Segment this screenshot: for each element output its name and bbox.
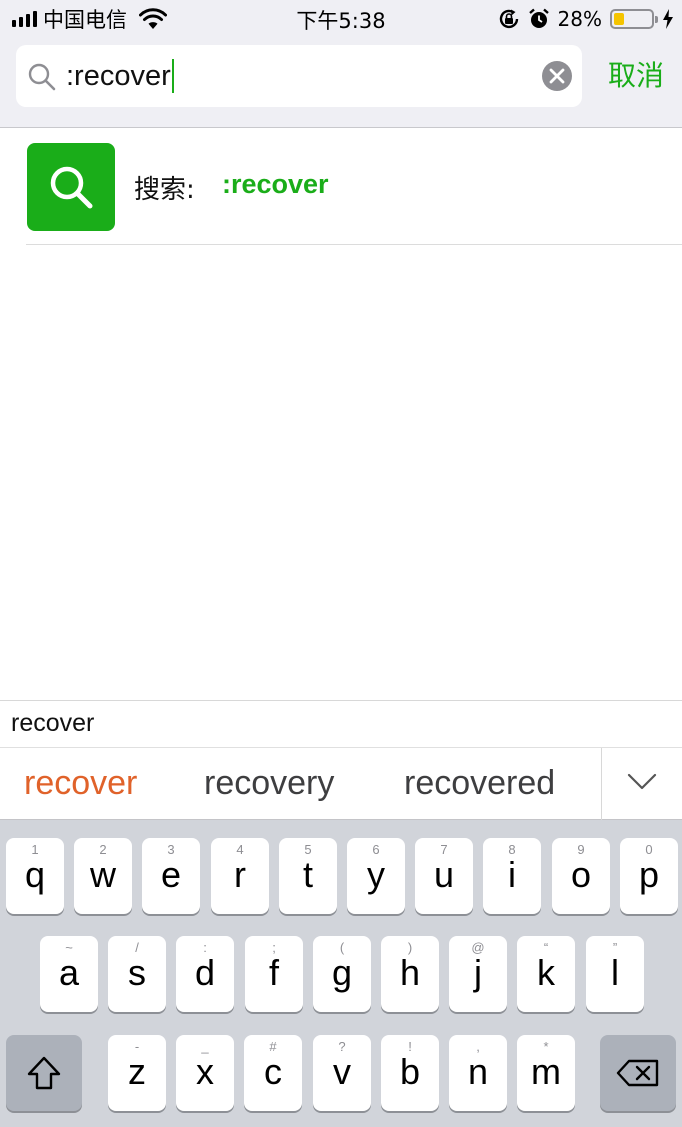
key-label: f [268, 952, 279, 993]
key-label: c [264, 1051, 282, 1092]
key-label: y [367, 854, 385, 895]
keyboard: 1 q 2 w 3 e 4 r 5 t 6 y 7 u 8 i 9 o 0 p ~ a / s: d; f(g) h @ j “k” l - z… [0, 820, 682, 1127]
chevron-down-icon [627, 773, 657, 790]
key-a[interactable]: ~ a [40, 936, 98, 1012]
key-e[interactable]: 3e [142, 838, 200, 914]
status-right: 28% [498, 6, 674, 32]
key-o[interactable]: 9o [552, 838, 610, 914]
search-result-row[interactable]: 搜索: :recover [26, 129, 682, 245]
orientation-lock-icon [499, 9, 518, 29]
key-t[interactable]: 5t [279, 838, 337, 914]
key-label: z [128, 1051, 146, 1092]
result-query: :recover [222, 169, 329, 199]
backspace-icon [616, 1059, 659, 1087]
key-s[interactable]: / s [108, 936, 166, 1012]
key-label: l [611, 952, 619, 993]
suggestion-2[interactable]: recovery [204, 764, 334, 803]
key-n[interactable]: ,n [449, 1035, 507, 1111]
key-label: s [128, 952, 146, 993]
key-label: a [58, 952, 80, 993]
key-label: u [433, 854, 455, 895]
key-b[interactable]: ! b [381, 1035, 439, 1111]
shift-icon [27, 1056, 61, 1090]
key-k[interactable]: “k [517, 936, 575, 1012]
search-icon [28, 63, 56, 91]
key-i[interactable]: 8i [483, 838, 541, 914]
candidate-bar: recover [0, 700, 682, 748]
suggestion-1[interactable]: recover [24, 764, 137, 803]
result-label: 搜索: [134, 175, 195, 205]
key-label: m [531, 1051, 561, 1092]
key-label: j [474, 952, 482, 993]
key-r[interactable]: 4r [211, 838, 269, 914]
key-label: n [467, 1051, 489, 1092]
key-d[interactable]: :d [176, 936, 234, 1012]
key-label: e [160, 854, 182, 895]
key-u[interactable]: 7u [415, 838, 473, 914]
clear-icon [549, 68, 565, 84]
key-label: p [638, 854, 660, 895]
search-input[interactable]: :recover [16, 45, 582, 107]
key-q[interactable]: 1q [6, 838, 64, 914]
key-label: h [399, 952, 421, 993]
key-label: w [90, 854, 116, 895]
backspace-key[interactable] [600, 1035, 676, 1111]
result-search-icon-box [27, 143, 115, 231]
key-label: i [508, 854, 516, 895]
key-label: g [331, 952, 353, 993]
key-z[interactable]: -z [108, 1035, 166, 1111]
key-h[interactable]: ) h [381, 936, 439, 1012]
clear-button[interactable] [542, 61, 572, 91]
search-icon [50, 166, 93, 209]
key-f[interactable]: ; f [245, 936, 303, 1012]
key-label: b [399, 1051, 421, 1092]
search-query[interactable]: :recover [66, 59, 174, 93]
key-v[interactable]: ? v [313, 1035, 371, 1111]
charging-icon [663, 9, 673, 29]
key-label: q [24, 854, 46, 895]
key-label: v [333, 1051, 351, 1092]
key-c[interactable]: # c [244, 1035, 302, 1111]
key-label: d [194, 952, 216, 993]
key-m[interactable]: * m [517, 1035, 575, 1111]
battery-icon [610, 9, 658, 29]
collapse-suggestions-button[interactable] [602, 748, 682, 820]
key-g[interactable]: (g [313, 936, 371, 1012]
key-label: r [234, 854, 246, 895]
search-header: :recover 取消 [0, 38, 682, 128]
key-j[interactable]: @ j [449, 936, 507, 1012]
battery-percent: 28% [557, 7, 602, 31]
key-label: o [570, 854, 592, 895]
key-label: x [196, 1051, 214, 1092]
battery-level-fill [614, 13, 624, 25]
key-label: t [302, 854, 313, 895]
key-l[interactable]: ” l [586, 936, 644, 1012]
key-w[interactable]: 2w [74, 838, 132, 914]
alarm-icon [528, 8, 549, 28]
key-y[interactable]: 6y [347, 838, 405, 914]
key-label: k [537, 952, 555, 993]
candidate-text[interactable]: recover [11, 709, 94, 738]
suggestion-3[interactable]: recovered [404, 764, 555, 803]
cancel-button[interactable]: 取消 [608, 54, 664, 94]
key-p[interactable]: 0p [620, 838, 678, 914]
status-bar: 中国电信 下午5:38 28% [0, 0, 682, 38]
shift-key[interactable] [6, 1035, 82, 1111]
text-caret [171, 59, 174, 93]
suggestion-bar: recover recovery recovered [0, 748, 682, 820]
key-x[interactable]: _ x [176, 1035, 234, 1111]
